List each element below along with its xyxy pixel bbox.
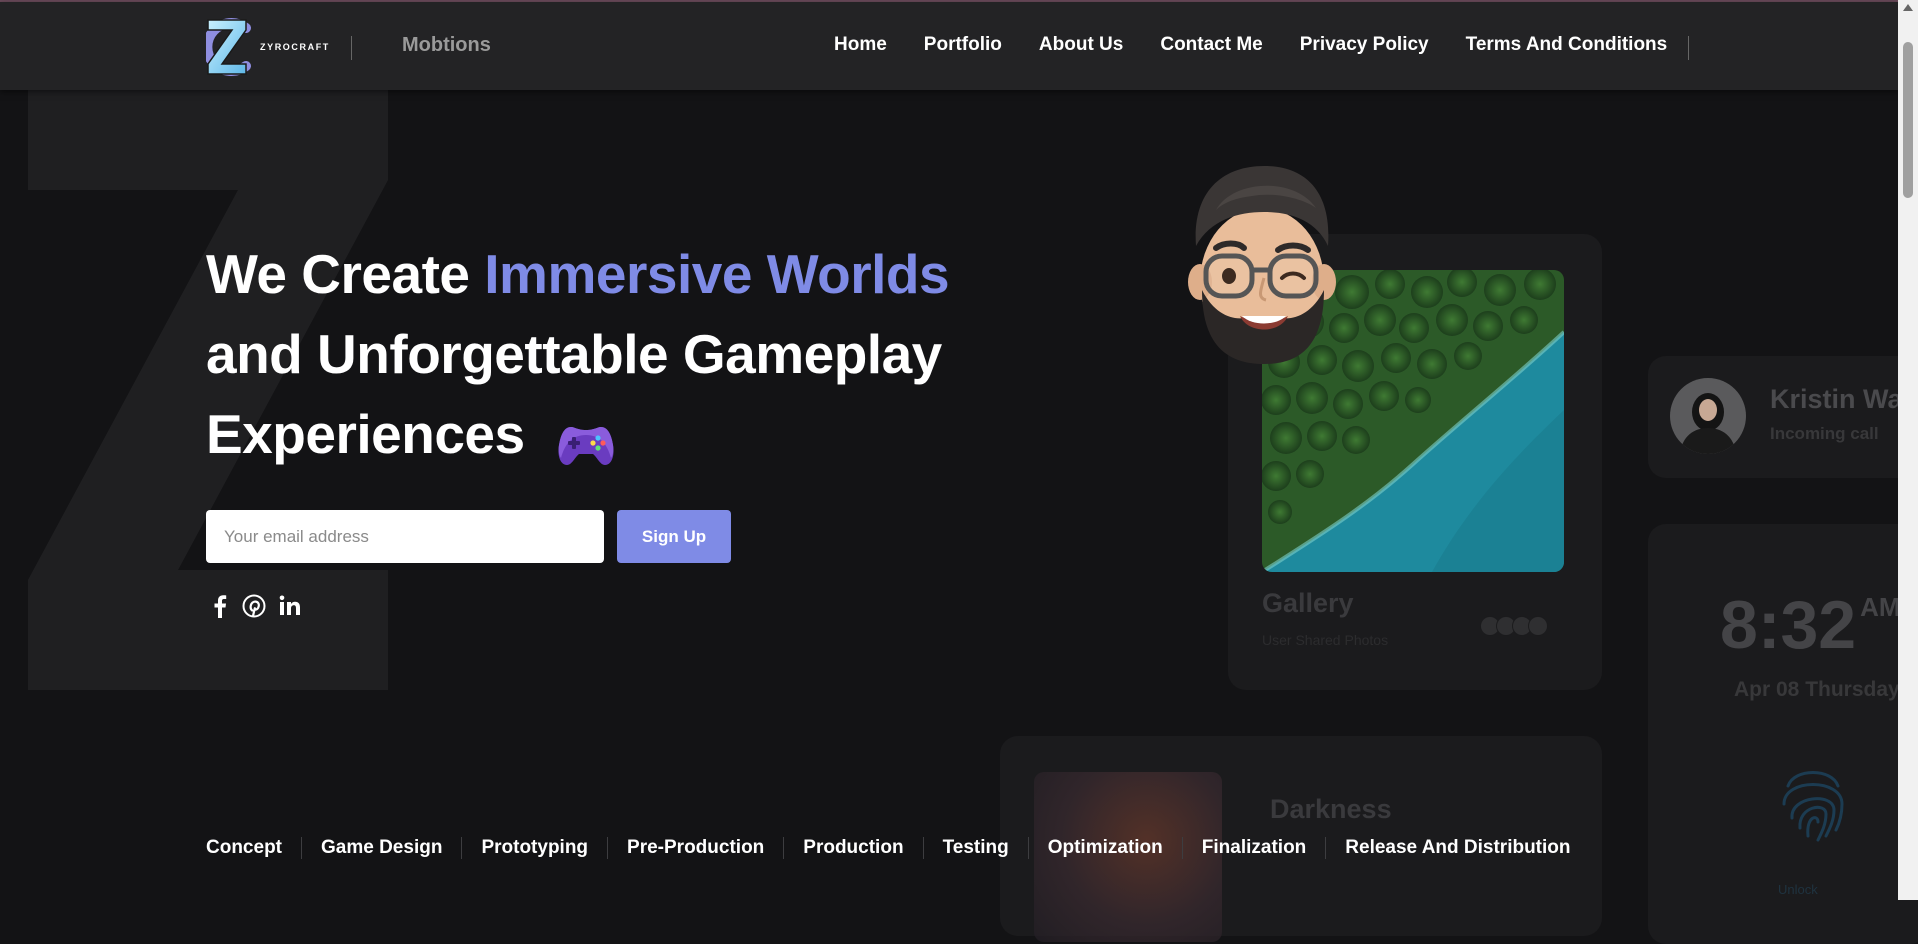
fingerprint-icon (1778, 756, 1848, 851)
email-input[interactable] (206, 510, 604, 563)
nav-divider (1688, 36, 1689, 60)
process-optimization[interactable]: Optimization (1048, 837, 1163, 859)
hero-title-line2: and Unforgettable Gameplay (206, 323, 942, 385)
brand-name[interactable]: Mobtions (402, 34, 491, 57)
hero-title: We Create Immersive Worlds and Unforgett… (206, 234, 950, 488)
process-release-and-distribution[interactable]: Release And Distribution (1345, 837, 1570, 859)
process-finalization[interactable]: Finalization (1202, 837, 1307, 859)
gallery-title: Gallery (1262, 588, 1354, 618)
sign-up-button[interactable]: Sign Up (617, 510, 731, 563)
nav-home[interactable]: Home (834, 34, 887, 56)
process-concept[interactable]: Concept (206, 837, 282, 859)
process-divider (301, 837, 302, 859)
process-divider (1181, 837, 1183, 859)
navbar: ZYROCRAFT Mobtions Home Portfolio About … (0, 2, 1898, 90)
process-divider (1027, 837, 1029, 859)
clock-time: 8:32 AM (1720, 586, 1901, 664)
process-divider (922, 837, 924, 859)
app-mockup-showcase: Gallery User Shared Photos Kristin Wa In… (1000, 100, 1918, 944)
lock-screen-card: 8:32 AM Apr 08 Thursday Unlock (1648, 524, 1918, 944)
social-links (210, 594, 314, 618)
facebook-icon[interactable] (210, 594, 230, 618)
caller-avatar (1670, 378, 1746, 454)
gallery-subtitle: User Shared Photos (1262, 632, 1389, 648)
process-production[interactable]: Production (803, 837, 903, 859)
gamepad-icon (557, 408, 615, 488)
clock-time-value: 8:32 (1720, 587, 1857, 663)
nav-terms-and-conditions[interactable]: Terms And Conditions (1466, 34, 1668, 56)
darkness-title: Darkness (1270, 794, 1392, 824)
caller-name: Kristin Wa (1770, 384, 1903, 414)
scroll-up-arrow-icon[interactable] (1903, 4, 1913, 11)
process-pre-production[interactable]: Pre-Production (627, 837, 764, 859)
svg-text:ZYROCRAFT: ZYROCRAFT (260, 42, 330, 52)
linkedin-icon[interactable] (278, 594, 302, 618)
process-prototyping[interactable]: Prototyping (481, 837, 588, 859)
nav-portfolio[interactable]: Portfolio (924, 34, 1002, 56)
gallery-avatar-group (1480, 616, 1548, 636)
process-divider (461, 837, 463, 859)
nav-privacy-policy[interactable]: Privacy Policy (1300, 34, 1429, 56)
scrollbar-thumb[interactable] (1903, 42, 1913, 198)
pinterest-icon[interactable] (242, 594, 266, 618)
process-game-design[interactable]: Game Design (321, 837, 442, 859)
process-testing[interactable]: Testing (943, 837, 1009, 859)
hero-title-line3: Experiences (206, 403, 525, 465)
call-status: Incoming call (1770, 424, 1879, 443)
unlock-label: Unlock (1778, 882, 1818, 897)
hero-title-part1: We Create (206, 243, 485, 305)
clock-date: Apr 08 Thursday (1734, 678, 1900, 701)
memoji-avatar-image (1182, 150, 1350, 368)
clock-ampm: AM (1860, 592, 1901, 622)
darkness-card: Darkness (1000, 736, 1602, 942)
zyrocraft-logo[interactable]: ZYROCRAFT (202, 14, 336, 80)
process-divider (607, 837, 609, 859)
logo-divider (351, 36, 352, 60)
hero-title-accent: Immersive Worlds (484, 243, 950, 305)
nav-about-us[interactable]: About Us (1039, 34, 1123, 56)
nav-contact-me[interactable]: Contact Me (1160, 34, 1262, 56)
process-divider (1325, 837, 1327, 859)
process-divider (783, 837, 785, 859)
signup-form: Sign Up (206, 510, 731, 563)
development-process-nav: Concept Game Design Prototyping Pre-Prod… (206, 837, 1571, 859)
main-nav: Home Portfolio About Us Contact Me Priva… (834, 34, 1704, 56)
incoming-call-card: Kristin Wa Incoming call (1648, 356, 1918, 478)
avatar (1528, 616, 1548, 636)
page-scrollbar[interactable] (1898, 0, 1918, 900)
